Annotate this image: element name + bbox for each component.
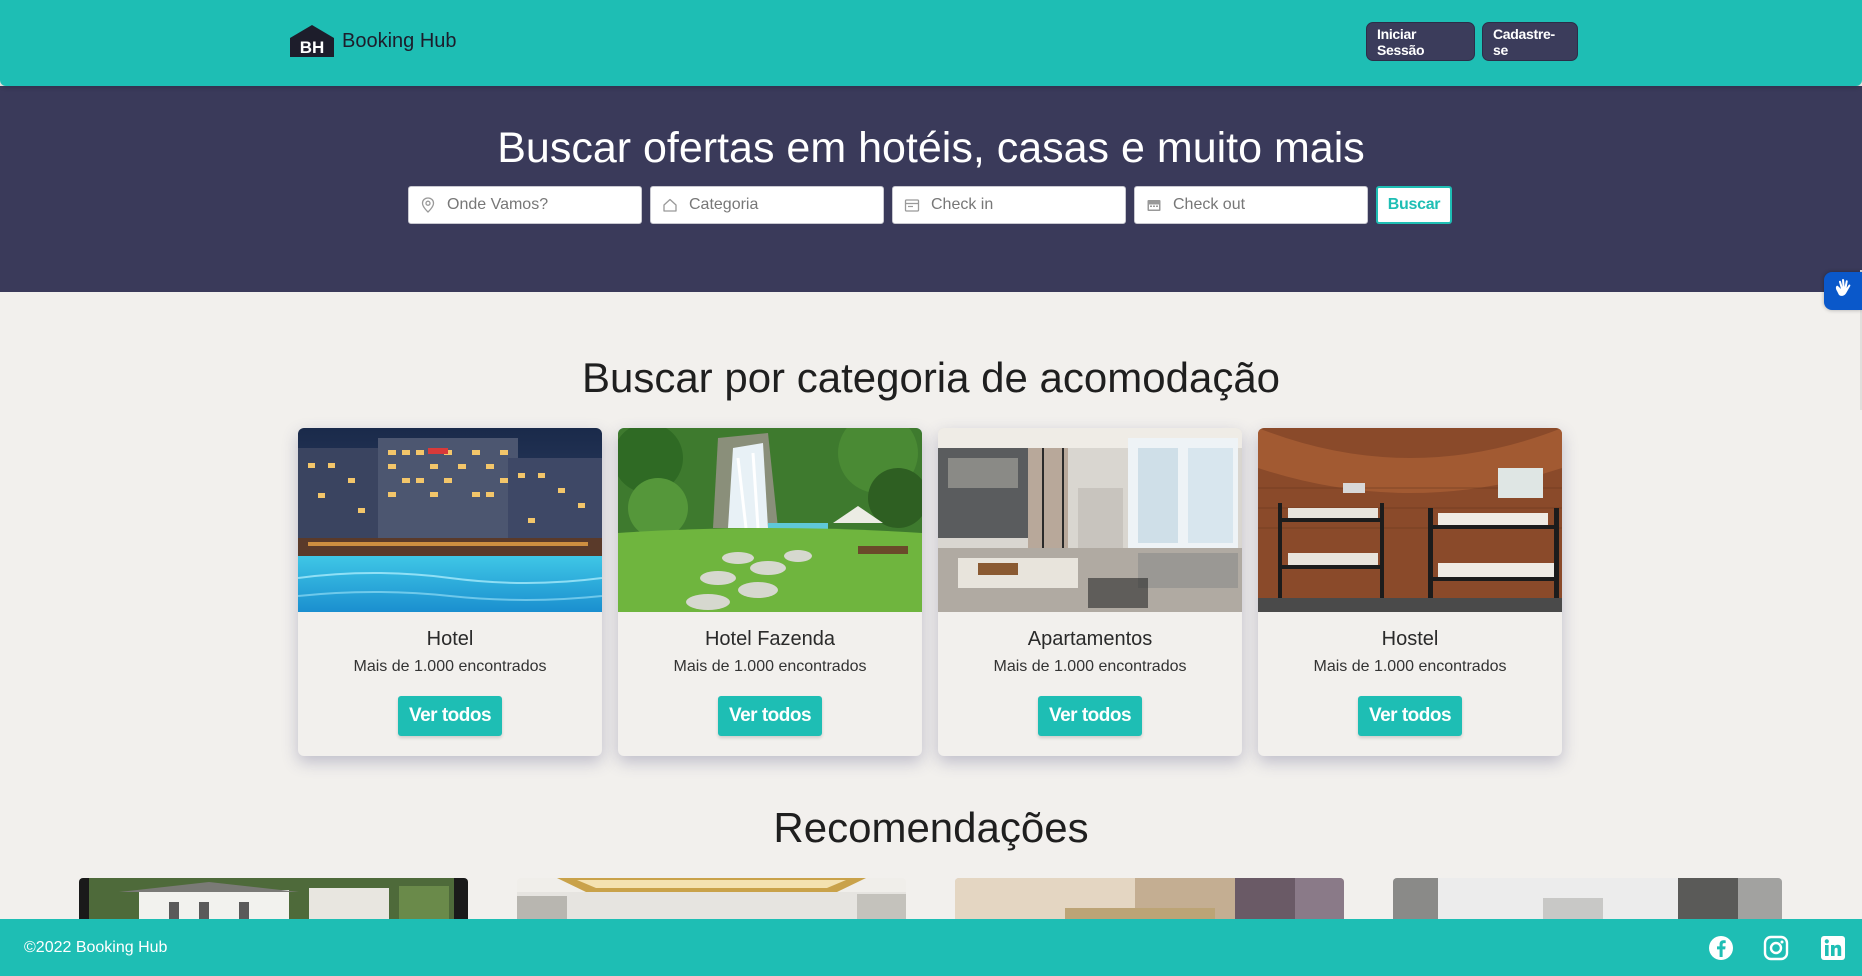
category-name: Hotel Fazenda — [704, 628, 836, 650]
hero-title: Buscar ofertas em hotéis, casas e muito … — [497, 124, 1365, 172]
category-name: Hostel — [1381, 628, 1439, 650]
instagram-icon[interactable] — [1763, 935, 1789, 961]
linkedin-icon[interactable] — [1820, 935, 1846, 961]
category-card-hotel-fazenda[interactable]: Hotel Fazenda Mais de 1.000 encontrados … — [618, 428, 922, 756]
calendar-icon — [1146, 197, 1162, 213]
view-all-button[interactable]: Ver todos — [398, 696, 502, 736]
brand-name: Booking Hub — [342, 29, 457, 52]
category-card-hostel[interactable]: Hostel Mais de 1.000 encontrados Ver tod… — [1258, 428, 1562, 756]
destination-input[interactable] — [447, 196, 627, 214]
farm-hotel-image — [618, 428, 922, 612]
view-all-button[interactable]: Ver todos — [1038, 696, 1142, 736]
category-count: Mais de 1.000 encontrados — [673, 658, 867, 675]
category-count: Mais de 1.000 encontrados — [993, 658, 1187, 675]
recommendations-title: Recomendações — [773, 804, 1089, 851]
destination-field[interactable] — [408, 186, 642, 224]
copyright-text: ©2022 Booking Hub — [24, 939, 168, 956]
svg-text:BH: BH — [300, 38, 325, 57]
accessibility-widget[interactable] — [1824, 272, 1862, 310]
view-all-button[interactable]: Ver todos — [1358, 696, 1462, 736]
checkout-input[interactable] — [1173, 196, 1353, 214]
location-pin-icon — [420, 197, 436, 213]
view-all-button[interactable]: Ver todos — [718, 696, 822, 736]
brand-logo[interactable]: BH Booking Hub — [288, 24, 457, 58]
checkin-field[interactable] — [892, 186, 1126, 224]
hostel-image — [1258, 428, 1562, 612]
category-input[interactable] — [689, 196, 869, 214]
category-count: Mais de 1.000 encontrados — [1313, 658, 1507, 675]
facebook-icon[interactable] — [1708, 935, 1734, 961]
apartment-image — [938, 428, 1242, 612]
house-icon — [662, 197, 678, 213]
category-card-apartamentos[interactable]: Apartamentos Mais de 1.000 encontrados V… — [938, 428, 1242, 756]
house-logo-icon: BH — [288, 24, 336, 58]
category-name: Apartamentos — [1027, 628, 1153, 650]
calendar-icon — [904, 197, 920, 213]
login-button[interactable]: Iniciar Sessão — [1366, 22, 1475, 61]
top-header: BH Booking Hub Iniciar Sessão Cadastre-s… — [0, 0, 1862, 86]
hero-search-section: Buscar ofertas em hotéis, casas e muito … — [0, 86, 1862, 292]
checkout-field[interactable] — [1134, 186, 1368, 224]
category-section-title: Buscar por categoria de acomodação — [581, 354, 1281, 401]
signup-button[interactable]: Cadastre-se — [1482, 22, 1578, 61]
hotel-image — [298, 428, 602, 612]
category-field[interactable] — [650, 186, 884, 224]
category-card-hotel[interactable]: Hotel Mais de 1.000 encontrados Ver todo… — [298, 428, 602, 756]
category-name: Hotel — [426, 628, 474, 650]
checkin-input[interactable] — [931, 196, 1111, 214]
footer: ©2022 Booking Hub — [0, 919, 1862, 976]
category-count: Mais de 1.000 encontrados — [353, 658, 547, 675]
sign-language-icon — [1831, 277, 1855, 306]
search-button[interactable]: Buscar — [1376, 186, 1452, 224]
